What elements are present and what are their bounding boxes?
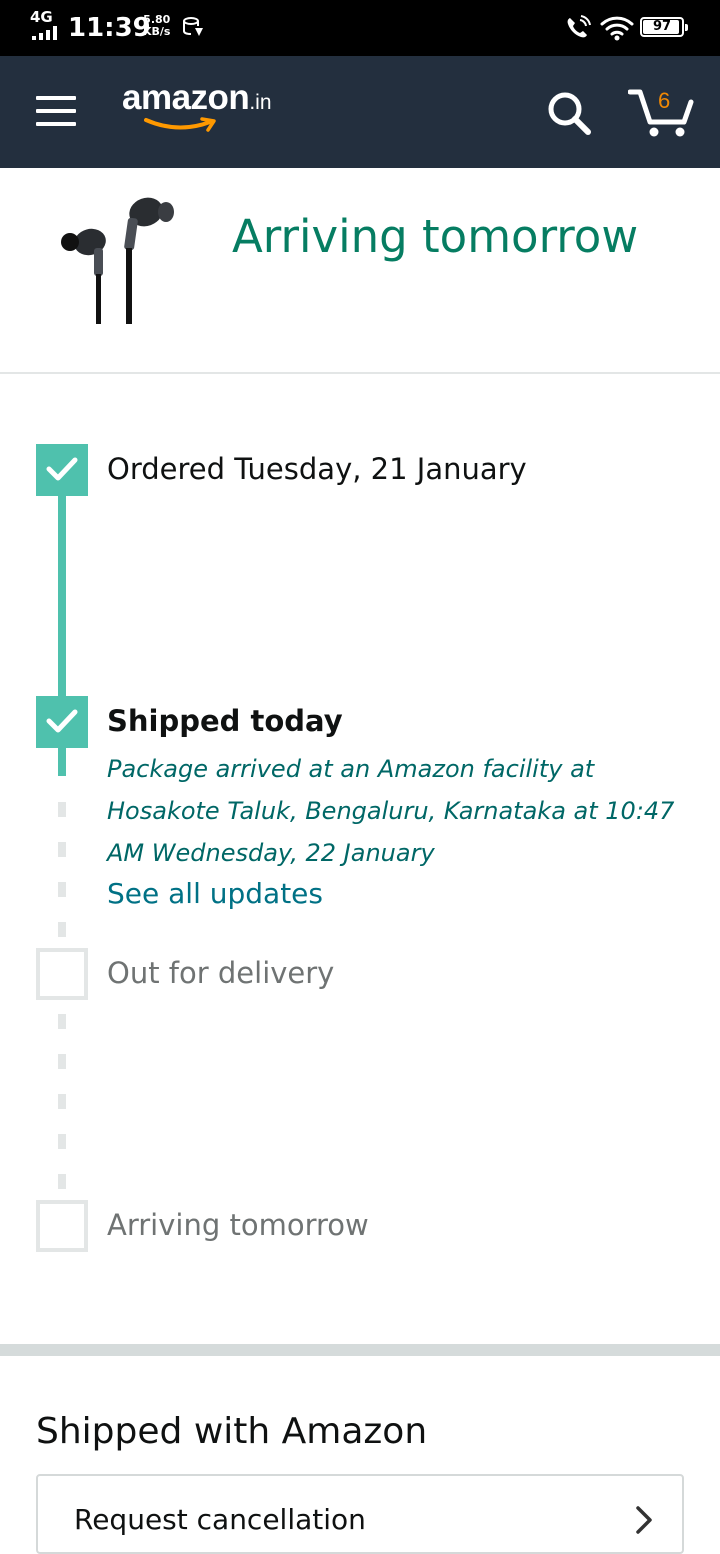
progress-line-partial (58, 746, 66, 776)
clock: 11:39 (68, 13, 151, 43)
search-icon[interactable] (546, 90, 592, 136)
see-all-updates-link[interactable]: See all updates (107, 874, 323, 914)
wifi-call-icon (567, 15, 591, 38)
logo-text: amazon (122, 78, 250, 117)
step-shipped-label: Shipped today (107, 704, 343, 738)
checkmark-icon (46, 457, 78, 481)
progress-line-pending (58, 998, 66, 1198)
amazon-logo[interactable]: amazon.in (122, 78, 302, 138)
step-arriving-checkbox (36, 1200, 88, 1252)
network-speed: 5.80 KB/s (143, 14, 170, 38)
step-out-for-delivery-checkbox (36, 948, 88, 1000)
battery-indicator: 97 (640, 17, 688, 37)
logo-suffix: .in (249, 91, 272, 114)
product-image[interactable] (56, 192, 176, 328)
step-ordered-checkbox (36, 444, 88, 496)
delivery-summary: Arriving tomorrow (0, 168, 720, 374)
data-saver-icon (183, 17, 203, 36)
battery-level: 97 (652, 19, 672, 34)
shipment-tracker: Ordered Tuesday, 21 January Shipped toda… (0, 374, 720, 1344)
wifi-icon (600, 16, 634, 41)
step-ordered-label: Ordered Tuesday, 21 January (107, 452, 527, 486)
section-divider (0, 1344, 720, 1356)
cart-button[interactable]: 6 (627, 86, 694, 138)
step-shipped-checkbox (36, 696, 88, 748)
shipment-update-detail: Package arrived at an Amazon facility at… (107, 755, 675, 867)
checkmark-icon (46, 709, 78, 733)
shipping-section-title: Shipped with Amazon (36, 1411, 428, 1452)
arrival-status-title: Arriving tomorrow (232, 210, 639, 263)
step-out-for-delivery-label: Out for delivery (107, 956, 335, 990)
progress-line-pending (58, 774, 66, 954)
top-navigation: amazon.in 6 (0, 56, 720, 168)
smile-arrow-icon (144, 117, 216, 132)
request-cancellation-button[interactable]: Request cancellation (36, 1474, 684, 1554)
step-arriving-label: Arriving tomorrow (107, 1208, 369, 1242)
chevron-right-icon (636, 1506, 652, 1534)
request-cancellation-label: Request cancellation (74, 1503, 366, 1536)
status-bar: 4G 11:39 5.80 KB/s 97 (0, 0, 720, 56)
network-type: 4G (30, 8, 53, 26)
cart-count-badge: 6 (658, 88, 671, 113)
menu-icon[interactable] (36, 96, 76, 126)
speed-unit: KB/s (143, 25, 171, 38)
signal-icon (32, 26, 62, 40)
